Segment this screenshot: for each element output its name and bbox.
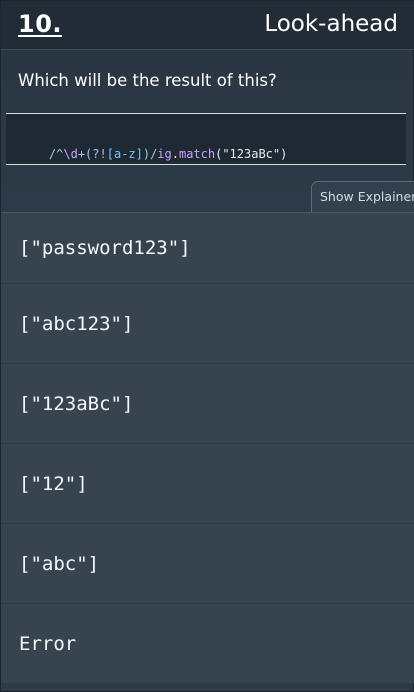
answer-option[interactable]: ["12"] bbox=[1, 444, 414, 524]
show-explainer-button[interactable]: Show Explainer bbox=[311, 181, 414, 213]
question-text: Which will be the result of this? bbox=[18, 71, 277, 90]
code-token: match bbox=[178, 147, 216, 161]
code-token: \d bbox=[63, 147, 78, 161]
code-token: [a-z] bbox=[106, 147, 143, 161]
answer-option[interactable]: ["123aBc"] bbox=[1, 364, 414, 444]
code-snippet: /^\d+(?![a-z])/ig.match("123aBc") bbox=[6, 113, 406, 165]
code-token: . bbox=[171, 147, 179, 161]
question-title: Look-ahead bbox=[264, 11, 398, 37]
code-token: )/ bbox=[142, 147, 158, 161]
question-number: 10. bbox=[18, 10, 63, 38]
answer-option[interactable]: ["abc"] bbox=[1, 524, 414, 604]
code-token: /^ bbox=[48, 147, 64, 161]
answer-option[interactable]: ["password123"] bbox=[1, 212, 414, 284]
header-bar: 10. Look-ahead bbox=[1, 1, 414, 50]
answer-option[interactable]: Error bbox=[1, 604, 414, 684]
app-frame: 10. Look-ahead Which will be the result … bbox=[0, 0, 414, 692]
answer-options-list: ["password123"] ["abc123"] ["123aBc"] ["… bbox=[1, 212, 414, 684]
code-token: +(?! bbox=[77, 147, 107, 161]
answer-option[interactable]: ["abc123"] bbox=[1, 284, 414, 364]
code-token: ("123aBc") bbox=[215, 147, 288, 161]
code-token: ig bbox=[157, 147, 172, 161]
